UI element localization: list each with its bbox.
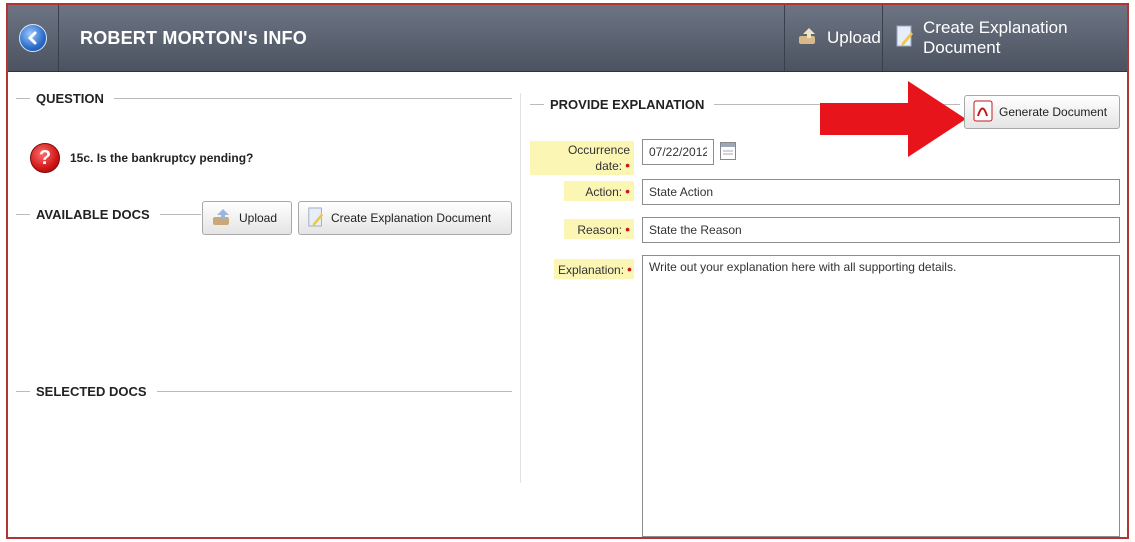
question-row: ? 15c. Is the bankruptcy pending? <box>30 143 253 173</box>
explanation-textarea[interactable]: Write out your explanation here with all… <box>642 255 1120 537</box>
back-arrow-icon <box>19 24 47 52</box>
column-divider <box>520 93 521 483</box>
required-marker: • <box>625 183 630 199</box>
upload-label: Upload <box>239 211 278 225</box>
occurrence-date-input[interactable] <box>642 139 714 165</box>
question-mark-icon: ? <box>30 143 60 173</box>
required-marker: • <box>627 261 632 277</box>
pdf-icon <box>973 100 993 125</box>
occurrence-date-label: Occurrence date: • <box>530 141 634 175</box>
selected-docs-legend: SELECTED DOCS <box>16 384 512 399</box>
calendar-icon[interactable] <box>720 142 736 160</box>
create-explanation-document-label: Create Explanation Document <box>331 211 492 225</box>
upload-icon <box>211 207 233 230</box>
app-window: ROBERT MORTON's INFO Upload Create Expla… <box>6 3 1129 539</box>
page-title: ROBERT MORTON's INFO <box>80 28 307 48</box>
back-button[interactable] <box>8 5 59 71</box>
header-upload-label: Upload <box>827 28 881 47</box>
generate-document-label: Generate Document <box>999 105 1108 119</box>
question-legend: QUESTION <box>16 91 512 106</box>
header-create-document-button[interactable]: Create Explanation Document <box>882 5 1127 71</box>
reason-input[interactable] <box>642 217 1120 243</box>
reason-label: Reason: • <box>564 219 634 239</box>
create-explanation-document-button[interactable]: Create Explanation Document <box>298 201 512 235</box>
required-marker: • <box>625 221 630 237</box>
required-marker: • <box>625 157 630 173</box>
header-bar: ROBERT MORTON's INFO Upload Create Expla… <box>8 5 1127 72</box>
generate-document-button[interactable]: Generate Document <box>964 95 1120 129</box>
available-docs-legend: AVAILABLE DOCS <box>16 207 201 222</box>
upload-icon <box>797 26 819 51</box>
action-input[interactable] <box>642 179 1120 205</box>
action-label: Action: • <box>564 181 634 201</box>
upload-button[interactable]: Upload <box>202 201 292 235</box>
header-create-document-label: Create Explanation Document <box>923 18 1068 57</box>
document-pencil-icon <box>895 24 915 53</box>
question-text: 15c. Is the bankruptcy pending? <box>70 151 254 165</box>
red-arrow-annotation <box>820 81 966 157</box>
header-upload-button[interactable]: Upload <box>784 5 882 71</box>
explanation-label: Explanation: • <box>554 259 634 279</box>
document-pencil-icon <box>307 206 325 231</box>
